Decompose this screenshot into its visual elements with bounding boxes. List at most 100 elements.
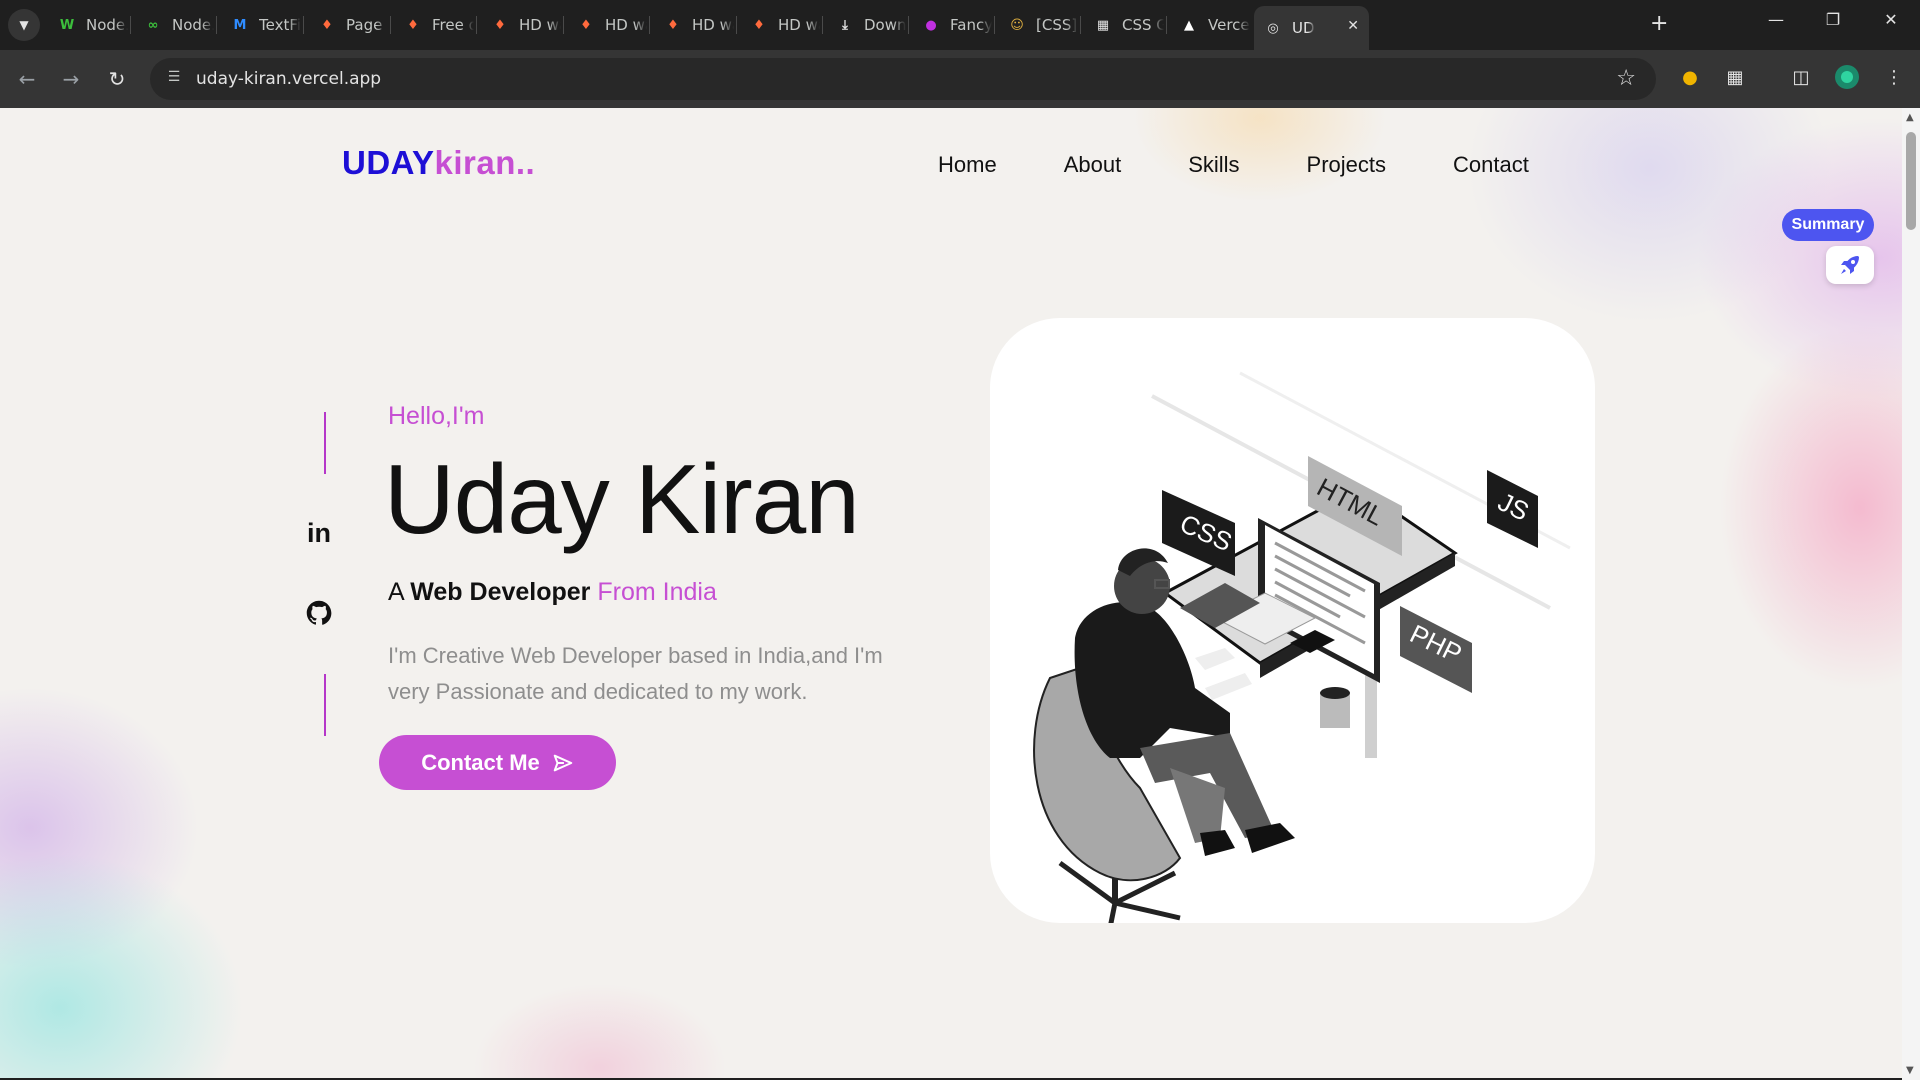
nav-contact[interactable]: Contact	[1453, 152, 1529, 178]
scroll-thumb[interactable]	[1906, 132, 1916, 230]
browser-tab[interactable]: ☺ [CSS] -	[998, 8, 1078, 42]
flame-icon: ♦	[494, 17, 506, 33]
github-link[interactable]	[304, 598, 334, 628]
link-icon: ∞	[147, 17, 159, 33]
summary-button[interactable]: Summary	[1782, 209, 1874, 241]
github-icon	[306, 600, 332, 625]
browser-tab[interactable]: ◎ UD ✕	[1254, 6, 1369, 50]
tab-title: HD wal	[519, 16, 561, 34]
url-text[interactable]: uday-kiran.vercel.app	[196, 69, 381, 89]
browser-tab[interactable]: ▦ CSS Gri	[1084, 8, 1164, 42]
tab-title: HD wal	[605, 16, 647, 34]
tag-css: CSS	[1162, 490, 1237, 576]
forward-button[interactable]: →	[58, 66, 84, 92]
tab-separator	[736, 16, 737, 34]
extensions-puzzle-icon[interactable]: ▦	[1721, 64, 1749, 92]
tab-title: Node.js	[172, 16, 214, 34]
nav-projects[interactable]: Projects	[1307, 152, 1386, 178]
minimize-icon: —	[1768, 10, 1784, 29]
browser-tab[interactable]: W Node.js	[48, 8, 128, 42]
linkedin-link[interactable]: in	[304, 518, 334, 548]
browser-tab[interactable]: ♦ HD wal	[654, 8, 734, 42]
tab-separator	[1166, 16, 1167, 34]
browser-tab[interactable]: ∞ Node.js	[134, 8, 214, 42]
globe-icon: ◎	[1267, 20, 1279, 36]
tab-title: Node.js	[86, 16, 128, 34]
restore-button[interactable]: ❐	[1808, 10, 1858, 29]
chevron-down-icon: ▼	[19, 18, 29, 32]
browser-tab[interactable]: ⤓ Downlo	[826, 8, 906, 42]
close-tab-icon[interactable]: ✕	[1347, 18, 1359, 34]
tab-separator	[130, 16, 131, 34]
tab-separator	[908, 16, 909, 34]
side-panel-icon[interactable]: ◫	[1787, 64, 1815, 92]
tab-separator	[649, 16, 650, 34]
grid-icon: ▦	[1096, 17, 1110, 33]
tab-separator	[390, 16, 391, 34]
role-main: Web Developer	[410, 578, 591, 606]
site-logo[interactable]: UDAYkiran..	[342, 144, 535, 182]
lock-extension-icon[interactable]: ●	[1676, 64, 1704, 92]
social-divider-bottom	[324, 674, 326, 736]
flame-icon: ♦	[753, 17, 765, 33]
tab-separator	[476, 16, 477, 34]
flame-icon: ♦	[580, 17, 592, 33]
logo-part-kiran: kiran..	[434, 144, 536, 181]
triangle-icon: ▲	[1184, 17, 1194, 33]
scroll-down-arrow-icon[interactable]: ▼	[1906, 1065, 1914, 1076]
browser-tab[interactable]: ● Fancy B	[912, 8, 992, 42]
address-bar[interactable]: ☰ uday-kiran.vercel.app ☆	[150, 58, 1656, 100]
site-info-icon[interactable]: ☰	[164, 69, 184, 89]
tab-title: Page 2	[346, 16, 388, 34]
restore-icon: ❐	[1825, 10, 1841, 29]
arrow-right-icon: →	[62, 67, 80, 91]
arrow-left-icon: ←	[18, 67, 36, 91]
tab-separator	[822, 16, 823, 34]
nav-about[interactable]: About	[1064, 152, 1122, 178]
nav-skills[interactable]: Skills	[1188, 152, 1239, 178]
profile-avatar[interactable]	[1833, 64, 1861, 92]
menu-kebab-icon[interactable]: ⋮	[1880, 64, 1908, 92]
tab-title: UD	[1292, 19, 1315, 37]
tab-title: HD wal	[692, 16, 734, 34]
tab-title: Free do	[432, 16, 474, 34]
new-tab-button[interactable]: +	[1650, 12, 1668, 36]
send-icon	[553, 754, 573, 771]
browser-tab[interactable]: ♦ Free do	[394, 8, 474, 42]
browser-tab[interactable]: M TextField	[221, 8, 301, 42]
circle-icon: ●	[925, 17, 937, 33]
browser-tab[interactable]: ♦ HD wal	[740, 8, 820, 42]
tab-search-button[interactable]: ▼	[8, 9, 40, 41]
main-nav: Home About Skills Projects Contact	[938, 152, 1596, 178]
contact-me-label: Contact Me	[421, 749, 540, 775]
role-prefix: A	[388, 578, 404, 606]
browser-tab[interactable]: ♦ HD wal	[481, 8, 561, 42]
nav-home[interactable]: Home	[938, 152, 997, 178]
reload-icon: ↻	[108, 67, 126, 91]
tab-separator	[563, 16, 564, 34]
tab-separator	[994, 16, 995, 34]
tab-separator	[216, 16, 217, 34]
reload-button[interactable]: ↻	[104, 66, 130, 92]
back-button[interactable]: ←	[14, 66, 40, 92]
tab-title: CSS Gri	[1122, 16, 1164, 34]
tab-title: Downlo	[864, 16, 906, 34]
scroll-up-arrow-icon[interactable]: ▲	[1906, 112, 1914, 123]
close-window-button[interactable]: ✕	[1866, 10, 1916, 29]
social-divider-top	[324, 412, 326, 474]
minimize-button[interactable]: —	[1751, 10, 1801, 29]
bookmark-star-icon[interactable]: ☆	[1616, 66, 1636, 91]
tab-strip: ▼ W Node.js ∞ Node.js M TextField ♦ Page 2 ♦ Free…	[0, 0, 1920, 50]
contact-me-button[interactable]: Contact Me	[379, 735, 616, 790]
linkedin-icon: in	[307, 517, 331, 548]
browser-tab[interactable]: ♦ HD wal	[567, 8, 647, 42]
browser-tab[interactable]: ▲ Vercel	[1170, 8, 1250, 42]
hero-description: I'm Creative Web Developer based in Indi…	[388, 643, 883, 704]
page-scrollbar[interactable]: ▲ ▼	[1902, 108, 1920, 1080]
mui-icon: M	[233, 17, 247, 33]
hero-name: Uday Kiran	[384, 444, 860, 554]
tag-js: JS	[1487, 470, 1538, 548]
browser-tab[interactable]: ♦ Page 2	[308, 8, 388, 42]
tab-title: Fancy B	[950, 16, 992, 34]
rocket-button[interactable]	[1826, 246, 1874, 284]
